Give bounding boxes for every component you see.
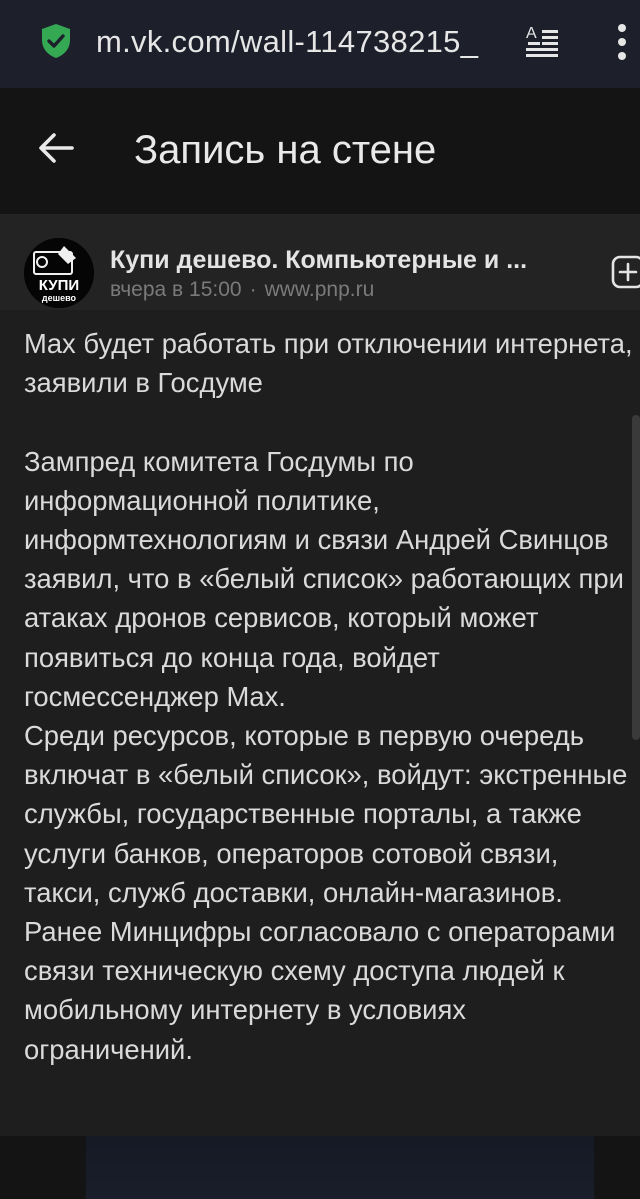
post-paragraph: Ранее Минцифры согласовало с операторами… <box>24 916 616 1065</box>
post-attachment-image[interactable] <box>86 1136 594 1199</box>
post-paragraph: Зампред комитета Госдумы по информационн… <box>24 445 624 712</box>
page-title: Запись на стене <box>134 128 437 172</box>
post-time: вчера в 15:00 <box>110 278 242 301</box>
community-logo: КУПИ дешево <box>24 238 94 308</box>
post-source-link[interactable]: www.pnp.ru <box>265 278 375 301</box>
bottom-area <box>0 1136 640 1199</box>
browser-address-bar: m.vk.com/wall-114738215_ A <box>0 0 640 88</box>
post-header: КУПИ дешево Купи дешево. Компьютерные и … <box>0 214 640 310</box>
scrollbar[interactable] <box>632 415 640 740</box>
post-text: Max будет работать при отключении интерн… <box>24 324 636 1069</box>
meta-separator: · <box>249 278 257 301</box>
svg-text:КУПИ: КУПИ <box>39 277 79 294</box>
secure-shield-icon[interactable] <box>38 22 74 60</box>
subscribe-plus-icon[interactable] <box>610 254 640 290</box>
reader-mode-icon[interactable]: A <box>522 22 562 62</box>
community-name[interactable]: Купи дешево. Компьютерные и ... <box>110 242 590 278</box>
svg-text:A: A <box>526 25 537 42</box>
back-arrow-icon[interactable] <box>34 126 78 170</box>
svg-text:дешево: дешево <box>42 293 77 303</box>
app-header: Запись на стене <box>0 88 640 214</box>
url-field[interactable]: m.vk.com/wall-114738215_ <box>96 18 506 66</box>
community-avatar[interactable]: КУПИ дешево <box>24 238 94 308</box>
overflow-menu-icon[interactable] <box>610 20 634 64</box>
post-paragraph: Max будет работать при отключении интерн… <box>24 328 633 399</box>
wall-post: КУПИ дешево Купи дешево. Компьютерные и … <box>0 214 640 1136</box>
post-paragraph: Среди ресурсов, которые в первую очередь… <box>24 720 628 908</box>
post-meta: вчера в 15:00 · www.pnp.ru <box>110 276 374 304</box>
